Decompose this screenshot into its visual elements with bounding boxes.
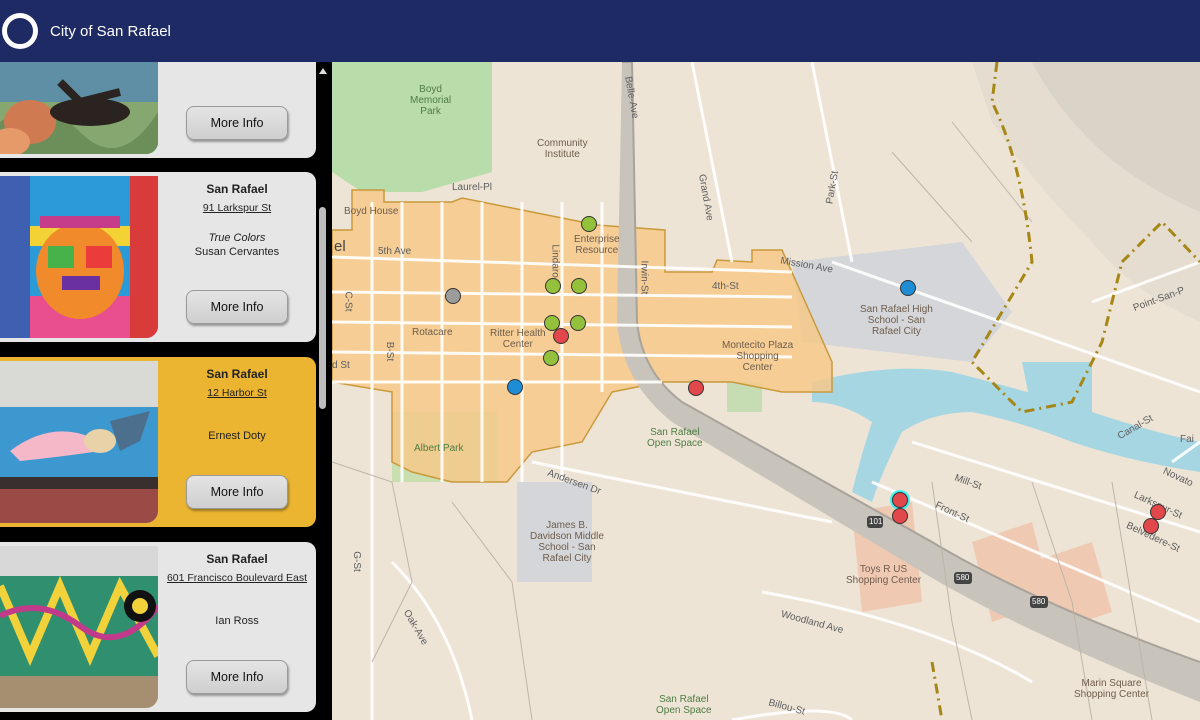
mural-city: San Rafael (206, 182, 268, 196)
mural-marker[interactable] (900, 280, 916, 296)
map-label-poi: Ritter Health Center (490, 328, 546, 350)
mural-card-info: San Rafael 601 Francisco Boulevard East … (158, 542, 316, 712)
street-label: Fai (1180, 434, 1194, 445)
mural-address-link[interactable]: 601 Francisco Boulevard East (158, 572, 316, 584)
mural-thumbnail (0, 546, 158, 708)
street-label: G-St (350, 551, 362, 572)
mural-marker[interactable] (570, 315, 586, 331)
mural-card[interactable]: San Rafael 601 Francisco Boulevard East … (0, 542, 316, 712)
highway-number: 580 (1032, 597, 1046, 606)
highway-number: 101 (869, 517, 883, 526)
mural-address-link[interactable]: 12 Harbor St (158, 387, 316, 399)
mural-card-info: San Rafael 12 Harbor St Ernest Doty More… (158, 357, 316, 527)
mural-card-selected[interactable]: San Rafael 12 Harbor St Ernest Doty More… (0, 357, 316, 527)
mural-artist: Ernest Doty (208, 430, 266, 442)
app-title: City of San Rafael (50, 22, 171, 40)
street-label: C-St (342, 291, 354, 312)
map-label-poi: Boyd House (344, 206, 399, 217)
mural-thumbnail (0, 62, 158, 154)
street-label: 4th-St (712, 281, 739, 292)
map-view[interactable]: Boyd Memorial Park Community Institute Boyd… (332, 62, 1200, 720)
more-info-button[interactable]: More Info (186, 106, 288, 140)
street-label: Irwin-St (638, 260, 650, 295)
map-basemap (332, 62, 1200, 720)
mural-marker[interactable] (571, 278, 587, 294)
scroll-up-arrow-icon[interactable] (319, 68, 327, 74)
map-label-poi: Community Institute (537, 138, 588, 160)
mural-title: True Colors (208, 232, 266, 244)
mural-thumbnail (0, 176, 158, 338)
street-label: d St (332, 360, 350, 371)
mural-marker[interactable] (553, 328, 569, 344)
city-seal-logo[interactable] (2, 13, 38, 49)
more-info-button[interactable]: More Info (186, 475, 288, 509)
map-label-poi: James B. Davidson Middle School - San Rafae… (530, 520, 604, 564)
map-label-poi: San Rafael High School - San Rafael City (860, 304, 933, 337)
mural-address-link[interactable]: 91 Larkspur St (158, 202, 316, 214)
sidebar-scrollbar[interactable] (318, 62, 328, 720)
mural-marker[interactable] (892, 508, 908, 524)
mural-list-sidebar: Isidora Angeles More Info San Rafael 91 … (0, 62, 332, 720)
map-label-park: San Rafael Open Space (656, 694, 712, 716)
map-label-poi: Toys R US Shopping Center (846, 564, 922, 586)
map-label-poi: Marin Square Shopping Center (1074, 678, 1150, 700)
more-info-button[interactable]: More Info (186, 290, 288, 324)
street-label: Laurel-Pl (452, 182, 493, 193)
map-label-poi: Enterprise Resource (574, 234, 620, 256)
mural-card[interactable]: San Rafael 91 Larkspur St True Colors Su… (0, 172, 316, 342)
scrollbar-thumb[interactable] (319, 207, 326, 409)
street-label: 5th Ave (378, 246, 412, 257)
map-label-park: San Rafael Open Space (647, 427, 703, 449)
mural-marker[interactable] (1143, 518, 1159, 534)
mural-marker-selected[interactable] (892, 492, 908, 508)
map-label-poi: Rotacare (412, 327, 453, 338)
mural-card-info: San Rafael 91 Larkspur St True Colors Su… (158, 172, 316, 342)
mural-city: San Rafael (206, 552, 268, 566)
app-header: City of San Rafael (0, 0, 1200, 62)
mural-marker[interactable] (545, 278, 561, 294)
mural-artist: Susan Cervantes (194, 246, 280, 258)
more-info-button[interactable]: More Info (186, 660, 288, 694)
map-label-poi: Montecito Plaza Shopping Center (722, 340, 794, 373)
mural-card[interactable]: Isidora Angeles More Info (0, 62, 316, 158)
street-label: el (334, 238, 346, 255)
map-label-park: Albert Park (414, 443, 464, 454)
street-label: B-St (384, 341, 396, 362)
mural-marker[interactable] (445, 288, 461, 304)
highway-number: 580 (956, 573, 970, 582)
mural-city: San Rafael (206, 367, 268, 381)
mural-marker[interactable] (688, 380, 704, 396)
mural-marker[interactable] (581, 216, 597, 232)
mural-marker[interactable] (507, 379, 523, 395)
mural-thumbnail (0, 361, 158, 523)
mural-card-info: Isidora Angeles More Info (158, 62, 316, 158)
mural-marker[interactable] (543, 350, 559, 366)
mural-artist: Ian Ross (215, 615, 259, 627)
map-label-park: Boyd Memorial Park (410, 84, 452, 117)
